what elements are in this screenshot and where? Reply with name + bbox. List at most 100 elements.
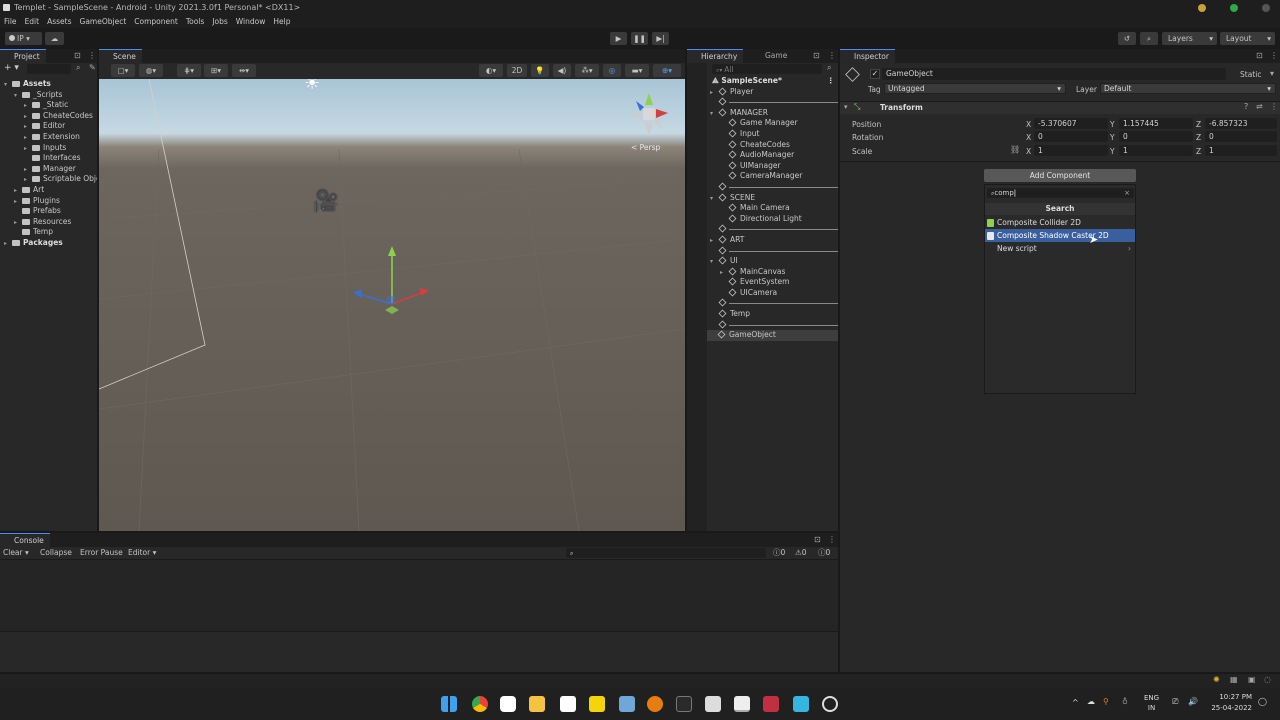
create-plus-button[interactable]: + ▾ bbox=[4, 63, 19, 73]
lock-icon[interactable]: ⊡ bbox=[74, 51, 81, 60]
pause-button[interactable]: ❚❚ bbox=[631, 32, 648, 45]
hierarchy-item[interactable]: Game Manager bbox=[687, 118, 838, 129]
project-search-input[interactable] bbox=[27, 64, 71, 74]
hierarchy-item[interactable]: ▸ Player bbox=[687, 87, 838, 98]
language-indicator[interactable]: ENG IN bbox=[1144, 693, 1159, 713]
close-button[interactable] bbox=[1262, 4, 1270, 12]
menu-component[interactable]: Component bbox=[130, 15, 182, 28]
scale-y-field[interactable]: 1 bbox=[1119, 145, 1193, 156]
menu-edit[interactable]: Edit bbox=[21, 15, 44, 28]
lock-icon[interactable]: ⊡ bbox=[814, 535, 821, 544]
project-tree-item[interactable]: ▸ Extension bbox=[0, 132, 97, 143]
info-count-badge[interactable]: ⓘ0 bbox=[773, 547, 785, 559]
component-search-input[interactable]: ⌕comp| × bbox=[987, 188, 1134, 198]
project-tree-item[interactable]: ▾ Assets bbox=[0, 79, 97, 90]
windows-start-icon[interactable] bbox=[441, 696, 457, 712]
project-tree-item[interactable]: ▸ Resources bbox=[0, 217, 97, 228]
kebab-menu-icon[interactable]: ⋮ bbox=[88, 51, 96, 60]
warning-count-badge[interactable]: ⚠0 bbox=[795, 547, 807, 559]
lighting-toggle-icon[interactable]: 💡 bbox=[531, 64, 549, 77]
clock[interactable]: 10:27 PM 25-04-2022 bbox=[1208, 692, 1252, 714]
project-tree-item[interactable]: ▸ Scriptable Obje bbox=[0, 174, 97, 185]
unity-hub-icon[interactable] bbox=[705, 696, 721, 712]
menu-help[interactable]: Help bbox=[269, 15, 294, 28]
component-result-item[interactable]: Composite Collider 2D bbox=[985, 216, 1135, 229]
help-icon[interactable]: ? bbox=[1244, 102, 1248, 111]
rotation-z-field[interactable]: 0 bbox=[1205, 131, 1277, 142]
clear-button[interactable]: Clear ▾ bbox=[3, 547, 29, 559]
project-tree-item[interactable]: ▸ Art bbox=[0, 185, 97, 196]
account-dropdown[interactable]: IP ▾ bbox=[5, 32, 42, 45]
position-x-field[interactable]: -5.370607 bbox=[1034, 118, 1108, 129]
favorite-icon[interactable]: ✎ bbox=[89, 63, 96, 72]
kebab-menu-icon[interactable]: ⋮ bbox=[1270, 102, 1278, 111]
scene-viewport[interactable]: ☀ 🎥 < Persp bbox=[99, 79, 685, 531]
cloud-icon[interactable]: ☁ bbox=[45, 32, 64, 45]
shading-mode-button[interactable]: ◐▾ bbox=[479, 64, 503, 77]
lock-icon[interactable]: ⊡ bbox=[1256, 51, 1263, 60]
rotation-x-field[interactable]: 0 bbox=[1034, 131, 1108, 142]
project-tree-item[interactable]: ▸ CheateCodes bbox=[0, 111, 97, 122]
tab-project[interactable]: Project bbox=[0, 49, 46, 63]
console-search-input[interactable]: ⌕ bbox=[566, 548, 766, 558]
hierarchy-search-input[interactable]: ⌕▾ All bbox=[712, 64, 822, 74]
onedrive-icon[interactable]: ☁ bbox=[1087, 697, 1095, 706]
volume-icon[interactable]: 🔊 bbox=[1188, 697, 1198, 706]
error-pause-button[interactable]: Error Pause bbox=[80, 547, 123, 559]
hierarchy-item[interactable]: AudioManager bbox=[687, 150, 838, 161]
component-result-item[interactable]: Composite Shadow Caster 2D bbox=[985, 229, 1135, 242]
tab-scene[interactable]: Scene bbox=[99, 49, 142, 63]
menu-gameobject[interactable]: GameObject bbox=[76, 15, 131, 28]
persp-label[interactable]: < Persp bbox=[631, 143, 660, 152]
position-y-field[interactable]: 1.157445 bbox=[1119, 118, 1193, 129]
draw-mode-button[interactable]: ▢▾ bbox=[111, 64, 135, 77]
tag-dropdown[interactable]: Untagged ▾ bbox=[884, 83, 1066, 94]
camera-settings-button[interactable]: ▬▾ bbox=[625, 64, 649, 77]
object-name-field[interactable]: GameObject bbox=[882, 68, 1226, 80]
global-button[interactable]: ◍▾ bbox=[139, 64, 163, 77]
tray-chevron-icon[interactable]: ^ bbox=[1072, 698, 1079, 707]
hierarchy-item[interactable]: ▸ ART bbox=[687, 235, 838, 246]
tab-hierarchy[interactable]: Hierarchy bbox=[687, 49, 744, 63]
hierarchy-item[interactable]: ▾ SCENE bbox=[687, 193, 838, 204]
hierarchy-item[interactable]: Temp bbox=[687, 309, 838, 320]
kebab-menu-icon[interactable]: ⋮ bbox=[1270, 51, 1278, 60]
preset-icon[interactable]: ⇌ bbox=[1256, 102, 1263, 111]
kebab-menu-icon[interactable]: ⋮ bbox=[828, 535, 836, 544]
light-gizmo-icon[interactable]: ☀ bbox=[304, 79, 320, 94]
scene-root-row[interactable]: ▾ ⟁ SampleScene* ⋮ bbox=[687, 76, 838, 87]
component-result-item[interactable]: New script › bbox=[985, 242, 1135, 255]
maximize-button[interactable] bbox=[1230, 4, 1238, 12]
obs-icon[interactable] bbox=[763, 696, 779, 712]
history-icon[interactable]: ↺ bbox=[1118, 32, 1136, 45]
hierarchy-item[interactable]: EventSystem bbox=[687, 277, 838, 288]
hierarchy-separator-row[interactable] bbox=[687, 246, 838, 257]
collapse-button[interactable]: Collapse bbox=[40, 547, 72, 559]
tab-inspector[interactable]: Inspector bbox=[840, 49, 895, 63]
unity-editor-icon[interactable] bbox=[734, 696, 750, 712]
project-tree-item[interactable]: ▸ _Static bbox=[0, 100, 97, 111]
scene-visibility-icon[interactable]: ◎ bbox=[603, 64, 621, 77]
editor-dropdown[interactable]: Editor ▾ bbox=[128, 547, 156, 559]
network-icon[interactable]: ⎚ bbox=[1172, 697, 1178, 707]
hierarchy-separator-row[interactable] bbox=[687, 97, 838, 108]
scale-z-field[interactable]: 1 bbox=[1205, 145, 1277, 156]
static-label[interactable]: Static bbox=[1240, 70, 1261, 79]
debug-icon[interactable]: ✺ bbox=[1213, 675, 1220, 684]
menu-window[interactable]: Window bbox=[232, 15, 270, 28]
menu-tools[interactable]: Tools bbox=[182, 15, 208, 28]
hierarchy-item[interactable]: ▾ MANAGER bbox=[687, 108, 838, 119]
project-tree-item[interactable]: ▸ Inputs bbox=[0, 143, 97, 154]
grid-snap-button[interactable]: ⋕▾ bbox=[177, 64, 201, 77]
hierarchy-separator-row[interactable] bbox=[687, 182, 838, 193]
hierarchy-item[interactable]: Input bbox=[687, 129, 838, 140]
static-dropdown-icon[interactable]: ▾ bbox=[1270, 69, 1274, 78]
hierarchy-item[interactable]: ▸ MainCanvas bbox=[687, 267, 838, 278]
transform-gizmo[interactable] bbox=[349, 244, 439, 324]
hierarchy-item[interactable]: CameraManager bbox=[687, 171, 838, 182]
kebab-menu-icon[interactable]: ⋮ bbox=[828, 51, 836, 60]
project-tree-item[interactable]: Temp bbox=[0, 227, 97, 238]
project-tree-item[interactable]: ▾ _Scripts bbox=[0, 90, 97, 101]
project-tree-item[interactable]: ▸ Manager bbox=[0, 164, 97, 175]
console-log-area[interactable] bbox=[0, 559, 838, 632]
